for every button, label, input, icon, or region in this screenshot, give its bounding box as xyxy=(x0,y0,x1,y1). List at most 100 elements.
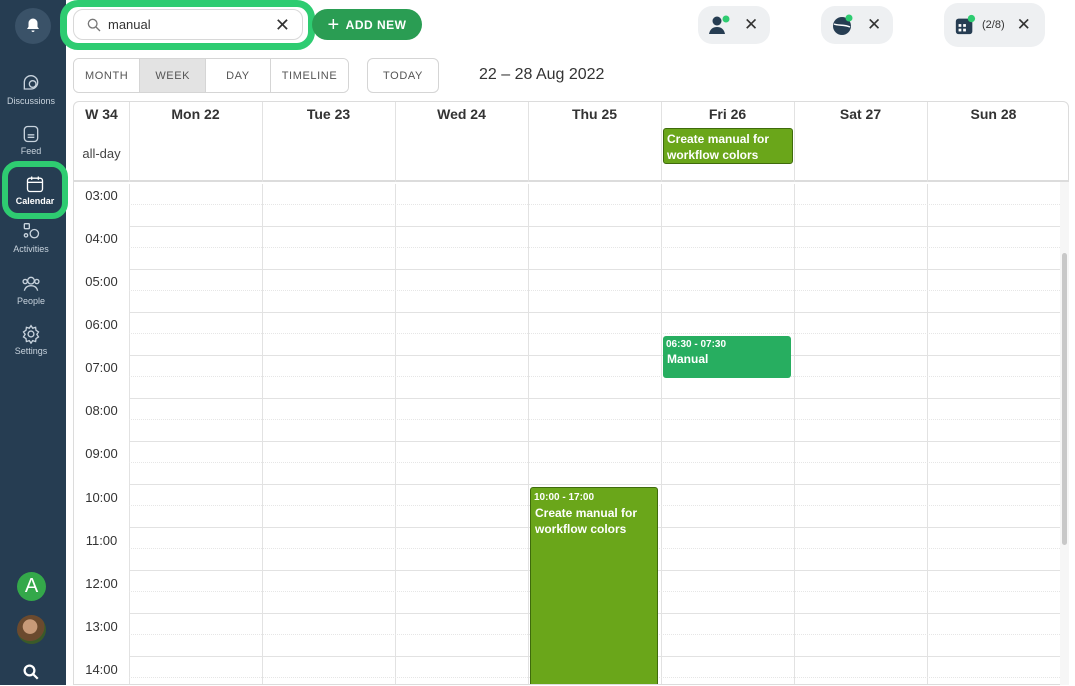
sidebar-item-calendar[interactable]: Calendar xyxy=(2,161,68,219)
column-divider xyxy=(661,184,662,684)
view-timeline-button[interactable]: TIMELINE xyxy=(270,59,349,92)
gear-icon xyxy=(22,324,40,344)
hour-line xyxy=(129,484,1060,485)
sidebar-item-people[interactable]: People xyxy=(0,274,62,322)
day-header-wed[interactable]: Wed 24 xyxy=(395,106,528,122)
week-calendar: W 34 all-day Mon 22 Tue 23 Wed 24 Thu 25… xyxy=(73,101,1069,685)
week-number: W 34 xyxy=(85,106,118,122)
hour-label: 05:00 xyxy=(85,274,118,289)
event-time: 10:00 - 17:00 xyxy=(534,492,595,503)
sidebar-item-label: Settings xyxy=(14,346,48,356)
search-icon xyxy=(87,18,101,31)
day-header-sun[interactable]: Sun 28 xyxy=(927,106,1060,122)
search-input[interactable] xyxy=(108,17,258,32)
half-hour-line xyxy=(129,290,1060,291)
activities-icon xyxy=(23,223,40,239)
half-hour-line xyxy=(129,247,1060,248)
header-spacer xyxy=(74,126,1068,127)
event-title: Create manual for workflow colors xyxy=(667,132,770,162)
hour-line xyxy=(129,226,1060,227)
half-hour-line xyxy=(129,376,1060,377)
day-header-tue[interactable]: Tue 23 xyxy=(262,106,395,122)
people-filter-icon xyxy=(709,15,730,34)
day-header-fri[interactable]: Fri 26 xyxy=(661,106,794,122)
plus-icon: + xyxy=(327,13,340,36)
day-header-mon[interactable]: Mon 22 xyxy=(129,106,262,122)
event-title: Create manual for workflow colors xyxy=(535,506,638,536)
view-week-button[interactable]: WEEK xyxy=(140,59,207,92)
view-month-button[interactable]: MONTH xyxy=(74,59,141,92)
day-header-thu[interactable]: Thu 25 xyxy=(528,106,661,122)
view-switcher: MONTH WEEK DAY TIMELINE xyxy=(73,58,350,93)
bell-icon xyxy=(27,18,39,32)
hour-label: 09:00 xyxy=(85,446,118,461)
hour-label: 06:00 xyxy=(85,317,118,332)
hour-label: 13:00 xyxy=(85,619,118,634)
hour-label: 11:00 xyxy=(85,533,118,548)
global-search-button[interactable] xyxy=(22,663,40,686)
sidebar-item-label: Feed xyxy=(20,146,42,156)
hour-line xyxy=(129,441,1060,442)
allday-label: all-day xyxy=(82,146,121,161)
people-icon xyxy=(22,276,40,291)
calendar-filter-count: (2/8) xyxy=(982,19,1005,31)
globe-filter-icon xyxy=(833,14,853,35)
people-filter-chip[interactable]: ✕ xyxy=(698,6,770,44)
calendar-icon xyxy=(26,176,44,193)
calendar-header: W 34 all-day Mon 22 Tue 23 Wed 24 Thu 25… xyxy=(74,102,1068,182)
remove-filter-icon[interactable]: ✕ xyxy=(744,15,758,35)
column-divider xyxy=(927,184,928,684)
hour-label: 04:00 xyxy=(85,231,118,246)
event-title: Manual xyxy=(667,352,709,366)
scrollbar-thumb[interactable] xyxy=(1062,253,1067,545)
hour-line xyxy=(129,355,1060,356)
remove-filter-icon[interactable]: ✕ xyxy=(867,15,881,35)
sidebar-item-label: Calendar xyxy=(15,196,55,206)
sidebar-item-label: Activities xyxy=(13,244,49,254)
column-divider xyxy=(129,184,130,684)
day-header-sat[interactable]: Sat 27 xyxy=(794,106,927,122)
hour-line xyxy=(129,312,1060,313)
hour-line xyxy=(129,398,1060,399)
column-divider xyxy=(395,184,396,684)
search-icon xyxy=(23,664,39,680)
globe-filter-chip[interactable]: ✕ xyxy=(821,6,893,44)
sidebar-item-settings[interactable]: Settings xyxy=(0,324,62,372)
hour-line xyxy=(129,269,1060,270)
hour-label: 12:00 xyxy=(85,576,118,591)
hour-label: 10:00 xyxy=(85,490,118,505)
today-button[interactable]: TODAY xyxy=(367,58,439,93)
hour-label: 14:00 xyxy=(85,662,118,677)
half-hour-line xyxy=(129,333,1060,334)
half-hour-line xyxy=(129,462,1060,463)
column-divider xyxy=(528,184,529,684)
add-new-label: ADD NEW xyxy=(345,17,407,32)
column-divider xyxy=(262,184,263,684)
time-grid: 03:00 04:00 05:00 06:00 07:00 08:00 09:0… xyxy=(74,184,1060,684)
hour-label: 07:00 xyxy=(85,360,118,375)
calendar-event[interactable]: 06:30 - 07:30 Manual xyxy=(663,336,791,378)
user-avatar-photo[interactable] xyxy=(17,615,46,644)
add-new-button[interactable]: + ADD NEW xyxy=(312,9,422,40)
sidebar-item-label: Discussions xyxy=(6,96,55,106)
half-hour-line xyxy=(129,204,1060,205)
remove-filter-icon[interactable]: ✕ xyxy=(1017,15,1031,35)
sidebar-item-label: People xyxy=(16,296,46,306)
hour-label: 08:00 xyxy=(85,403,118,418)
calendar-filter-chip[interactable]: (2/8) ✕ xyxy=(944,3,1045,47)
discussions-icon xyxy=(23,75,39,90)
calendar-filter-icon xyxy=(955,14,976,35)
allday-event[interactable]: Create manual for workflow colors xyxy=(663,128,793,164)
sidebar-item-activities[interactable]: Activities xyxy=(0,222,62,270)
calendar-event[interactable]: 10:00 - 17:00 Create manual for workflow… xyxy=(530,487,658,684)
sidebar-item-discussions[interactable]: Discussions xyxy=(0,74,62,122)
event-time: 06:30 - 07:30 xyxy=(666,339,727,350)
search-field[interactable]: ✕ xyxy=(73,9,303,40)
clear-search-icon[interactable]: ✕ xyxy=(275,16,290,34)
user-avatar-initial[interactable]: A xyxy=(17,572,46,601)
column-divider xyxy=(794,184,795,684)
notifications-button[interactable] xyxy=(15,8,51,44)
half-hour-line xyxy=(129,419,1060,420)
view-day-button[interactable]: DAY xyxy=(206,59,271,92)
sidebar: Discussions Feed Calendar Activities Peo… xyxy=(0,0,68,686)
